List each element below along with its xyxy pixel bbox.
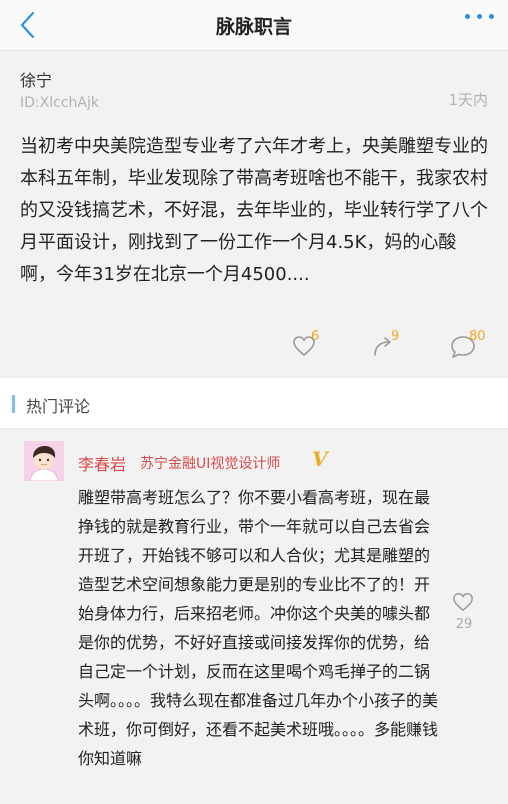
hot-comments-header: 热门评论 xyxy=(0,378,508,429)
post-time: 1天内 xyxy=(448,91,488,109)
like-count: 6 xyxy=(311,329,320,344)
comment-like-button[interactable] xyxy=(452,591,474,613)
section-accent-bar xyxy=(12,395,15,413)
share-count: 9 xyxy=(391,329,400,344)
post-author[interactable]: 徐宁 xyxy=(20,67,52,91)
post-card: 徐宁 ID:XlcchAjk 1天内 当初考中央美院造型专业考了六年才考上，央美… xyxy=(0,51,508,378)
comment-like-count: 29 xyxy=(455,617,473,632)
like-button[interactable]: 6 xyxy=(292,327,336,363)
comment-author-title: 苏宁金融UI视觉设计师 xyxy=(140,456,281,472)
post-content: 当初考中央美院造型专业考了六年才考上，央美雕塑专业的本科五年制，毕业发现除了带高… xyxy=(20,136,488,285)
more-dots-icon[interactable] xyxy=(465,14,494,19)
nav-bar: 脉脉职言 xyxy=(0,0,508,51)
comment-author[interactable]: 李春岩 xyxy=(78,451,126,475)
post-author-id: ID:XlcchAjk xyxy=(20,95,99,111)
share-button[interactable]: 9 xyxy=(372,327,416,363)
section-title: 热门评论 xyxy=(26,397,91,416)
comment-text: 雕塑带高考班怎么了？你不要小看高考班，现在最挣钱的就是教育行业，带个一年就可以自… xyxy=(78,488,439,768)
heart-icon xyxy=(453,593,473,612)
comment-button[interactable]: 80 xyxy=(450,327,500,363)
verified-v-badge: V xyxy=(312,447,328,471)
comment-item: 李春岩 苏宁金融UI视觉设计师 V 雕塑带高考班怎么了？你不要小看高考班，现在最… xyxy=(0,429,508,804)
avatar[interactable] xyxy=(24,441,64,481)
page-title: 脉脉职言 xyxy=(215,16,292,38)
comment-count: 80 xyxy=(469,329,486,344)
post-actions: 6 9 80 xyxy=(0,327,508,367)
